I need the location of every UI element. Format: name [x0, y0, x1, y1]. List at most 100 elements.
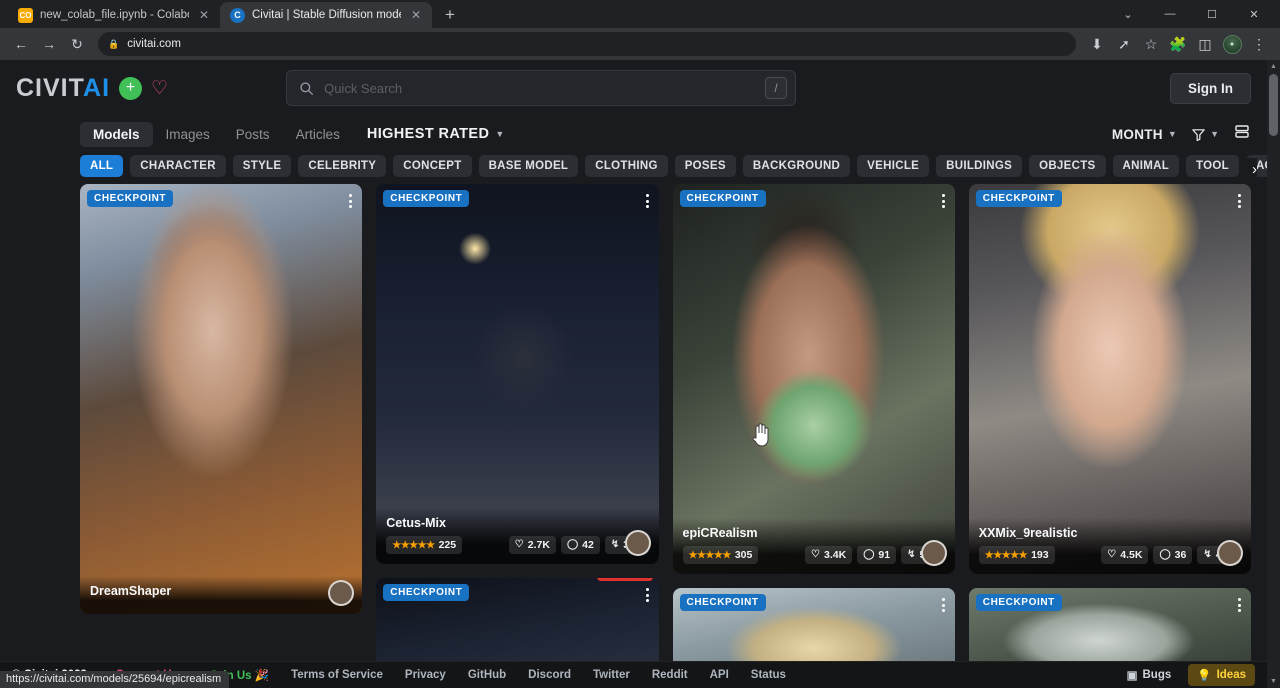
footer-link-twitter[interactable]: Twitter — [582, 669, 641, 681]
chip-celebrity[interactable]: CELEBRITY — [298, 155, 386, 177]
model-card[interactable]: CHECKPOINT DreamShaper — [80, 184, 362, 614]
tab-articles[interactable]: Articles — [283, 122, 353, 147]
footer-link-api[interactable]: API — [699, 669, 740, 681]
chevron-right-icon[interactable]: › — [1238, 158, 1257, 180]
likes-count: 4.5K — [1120, 549, 1142, 561]
reload-icon[interactable]: ↻ — [64, 31, 90, 57]
address-bar[interactable]: 🔒 civitai.com — [98, 32, 1076, 56]
model-title: XXMix_9realistic — [979, 526, 1241, 540]
page-scrollbar[interactable]: ▲ ▼ — [1267, 60, 1280, 688]
model-title: epiCRealism — [683, 526, 945, 540]
close-icon[interactable]: ✕ — [196, 7, 212, 23]
model-card[interactable]: CHECKPOINT epiCRealism ★★★★★ 305 — [673, 184, 955, 574]
model-card[interactable]: CHECKPOINT XXMix_9realistic ★★★★★ 193 — [969, 184, 1251, 574]
model-card[interactable]: CHECKPOINT Cetus-Mix ★★★★★ 225 — [376, 184, 658, 564]
card-menu-icon[interactable] — [1236, 192, 1243, 210]
tab-images[interactable]: Images — [153, 122, 223, 147]
rating-pill: ★★★★★ 193 — [979, 546, 1055, 564]
bugs-button[interactable]: ▣ Bugs — [1118, 664, 1181, 686]
tab-models[interactable]: Models — [80, 122, 153, 147]
close-window-button[interactable]: ✕ — [1234, 0, 1274, 28]
search-placeholder: Quick Search — [324, 81, 755, 96]
footer-actions: ▣ Bugs 💡 Ideas — [1118, 664, 1255, 686]
comments-count: 42 — [582, 539, 594, 551]
funnel-icon — [1191, 127, 1206, 142]
chevron-down-icon: ▼ — [1168, 129, 1177, 139]
civitai-page: CIVITAI + ♡ Quick Search / Sig — [0, 60, 1267, 688]
civitai-logo[interactable]: CIVITAI + ♡ — [16, 76, 168, 101]
footer-link-status[interactable]: Status — [740, 669, 797, 681]
content-nav: Models Images Posts Articles HIGHEST RAT… — [0, 116, 1267, 152]
comment-icon: ◯ — [863, 550, 874, 560]
comment-icon: ◯ — [1159, 550, 1170, 560]
footer-link-privacy[interactable]: Privacy — [394, 669, 457, 681]
footer-link-terms[interactable]: Terms of Service — [280, 669, 394, 681]
back-icon[interactable]: ← — [8, 31, 34, 57]
bookmark-star-icon[interactable]: ☆ — [1138, 31, 1164, 57]
page-viewport: CIVITAI + ♡ Quick Search / Sig — [0, 60, 1280, 688]
status-badge: CHECKPOINT — [680, 190, 766, 207]
chip-animal[interactable]: ANIMAL — [1113, 155, 1180, 177]
scroll-down-icon[interactable]: ▼ — [1267, 675, 1280, 688]
logo-text-accent: AI — [83, 74, 110, 102]
chip-buildings[interactable]: BUILDINGS — [936, 155, 1022, 177]
card-menu-icon[interactable] — [940, 596, 947, 614]
new-tab-button[interactable]: + — [436, 2, 464, 28]
chevron-down-icon[interactable]: ⌄ — [1108, 0, 1148, 28]
scroll-up-icon[interactable]: ▲ — [1267, 60, 1280, 73]
browser-tab-civitai[interactable]: C Civitai | Stable Diffusion models, ✕ — [220, 2, 432, 28]
forward-icon[interactable]: → — [36, 31, 62, 57]
sort-dropdown[interactable]: HIGHEST RATED ▼ — [367, 126, 505, 142]
chip-style[interactable]: STYLE — [233, 155, 292, 177]
avatar[interactable] — [625, 530, 651, 556]
tab-posts[interactable]: Posts — [223, 122, 283, 147]
footer-link-discord[interactable]: Discord — [517, 669, 582, 681]
sign-in-button[interactable]: Sign In — [1170, 73, 1251, 104]
maximize-button[interactable]: ☐ — [1192, 0, 1232, 28]
site-header: CIVITAI + ♡ Quick Search / Sig — [0, 60, 1267, 116]
tab-title: Civitai | Stable Diffusion models, — [252, 9, 401, 21]
model-preview-image — [80, 184, 362, 614]
kebab-menu-icon[interactable]: ⋮ — [1246, 31, 1272, 57]
layout-toggle-icon[interactable] — [1233, 124, 1251, 144]
card-menu-icon[interactable] — [644, 586, 651, 604]
chip-objects[interactable]: OBJECTS — [1029, 155, 1105, 177]
chip-all[interactable]: ALL — [80, 155, 123, 177]
likes-pill: ♡ 4.5K — [1101, 546, 1148, 564]
scrollbar-thumb[interactable] — [1269, 74, 1278, 136]
ideas-button[interactable]: 💡 Ideas — [1188, 664, 1255, 686]
heart-icon[interactable]: ♡ — [151, 79, 168, 98]
avatar[interactable] — [1217, 540, 1243, 566]
chip-character[interactable]: CHARACTER — [130, 155, 226, 177]
filter-button[interactable]: ▼ — [1191, 127, 1219, 142]
avatar[interactable] — [921, 540, 947, 566]
browser-tab-colab[interactable]: CO new_colab_file.ipynb - Colaborat ✕ — [8, 2, 220, 28]
period-dropdown[interactable]: MONTH ▼ — [1112, 127, 1177, 142]
card-menu-icon[interactable] — [347, 192, 354, 210]
card-menu-icon[interactable] — [940, 192, 947, 210]
model-stats: ★★★★★ 305 ♡ 3.4K — [683, 546, 945, 564]
sidepanel-icon[interactable]: ◫ — [1192, 31, 1218, 57]
chip-tool[interactable]: TOOL — [1186, 155, 1239, 177]
rating-pill: ★★★★★ 225 — [386, 536, 462, 554]
chip-clothing[interactable]: CLOTHING — [585, 155, 667, 177]
install-icon[interactable]: ⬇ — [1084, 31, 1110, 57]
search-input[interactable]: Quick Search / — [286, 70, 796, 106]
card-menu-icon[interactable] — [1236, 596, 1243, 614]
extensions-puzzle-icon[interactable]: 🧩 — [1165, 31, 1191, 57]
chip-concept[interactable]: CONCEPT — [393, 155, 471, 177]
comments-pill: ◯ 42 — [561, 536, 600, 554]
share-icon[interactable]: ➚ — [1111, 31, 1137, 57]
nav-right-controls: MONTH ▼ ▼ — [1112, 124, 1251, 144]
card-menu-icon[interactable] — [644, 192, 651, 210]
avatar[interactable]: ● — [1219, 31, 1245, 57]
footer-link-reddit[interactable]: Reddit — [641, 669, 699, 681]
chip-background[interactable]: BACKGROUND — [743, 155, 850, 177]
chip-poses[interactable]: POSES — [675, 155, 736, 177]
create-button[interactable]: + — [119, 77, 142, 100]
footer-link-github[interactable]: GitHub — [457, 669, 517, 681]
minimize-button[interactable]: — — [1150, 0, 1190, 28]
chip-base-model[interactable]: BASE MODEL — [479, 155, 579, 177]
chip-vehicle[interactable]: VEHICLE — [857, 155, 929, 177]
close-icon[interactable]: ✕ — [408, 7, 424, 23]
